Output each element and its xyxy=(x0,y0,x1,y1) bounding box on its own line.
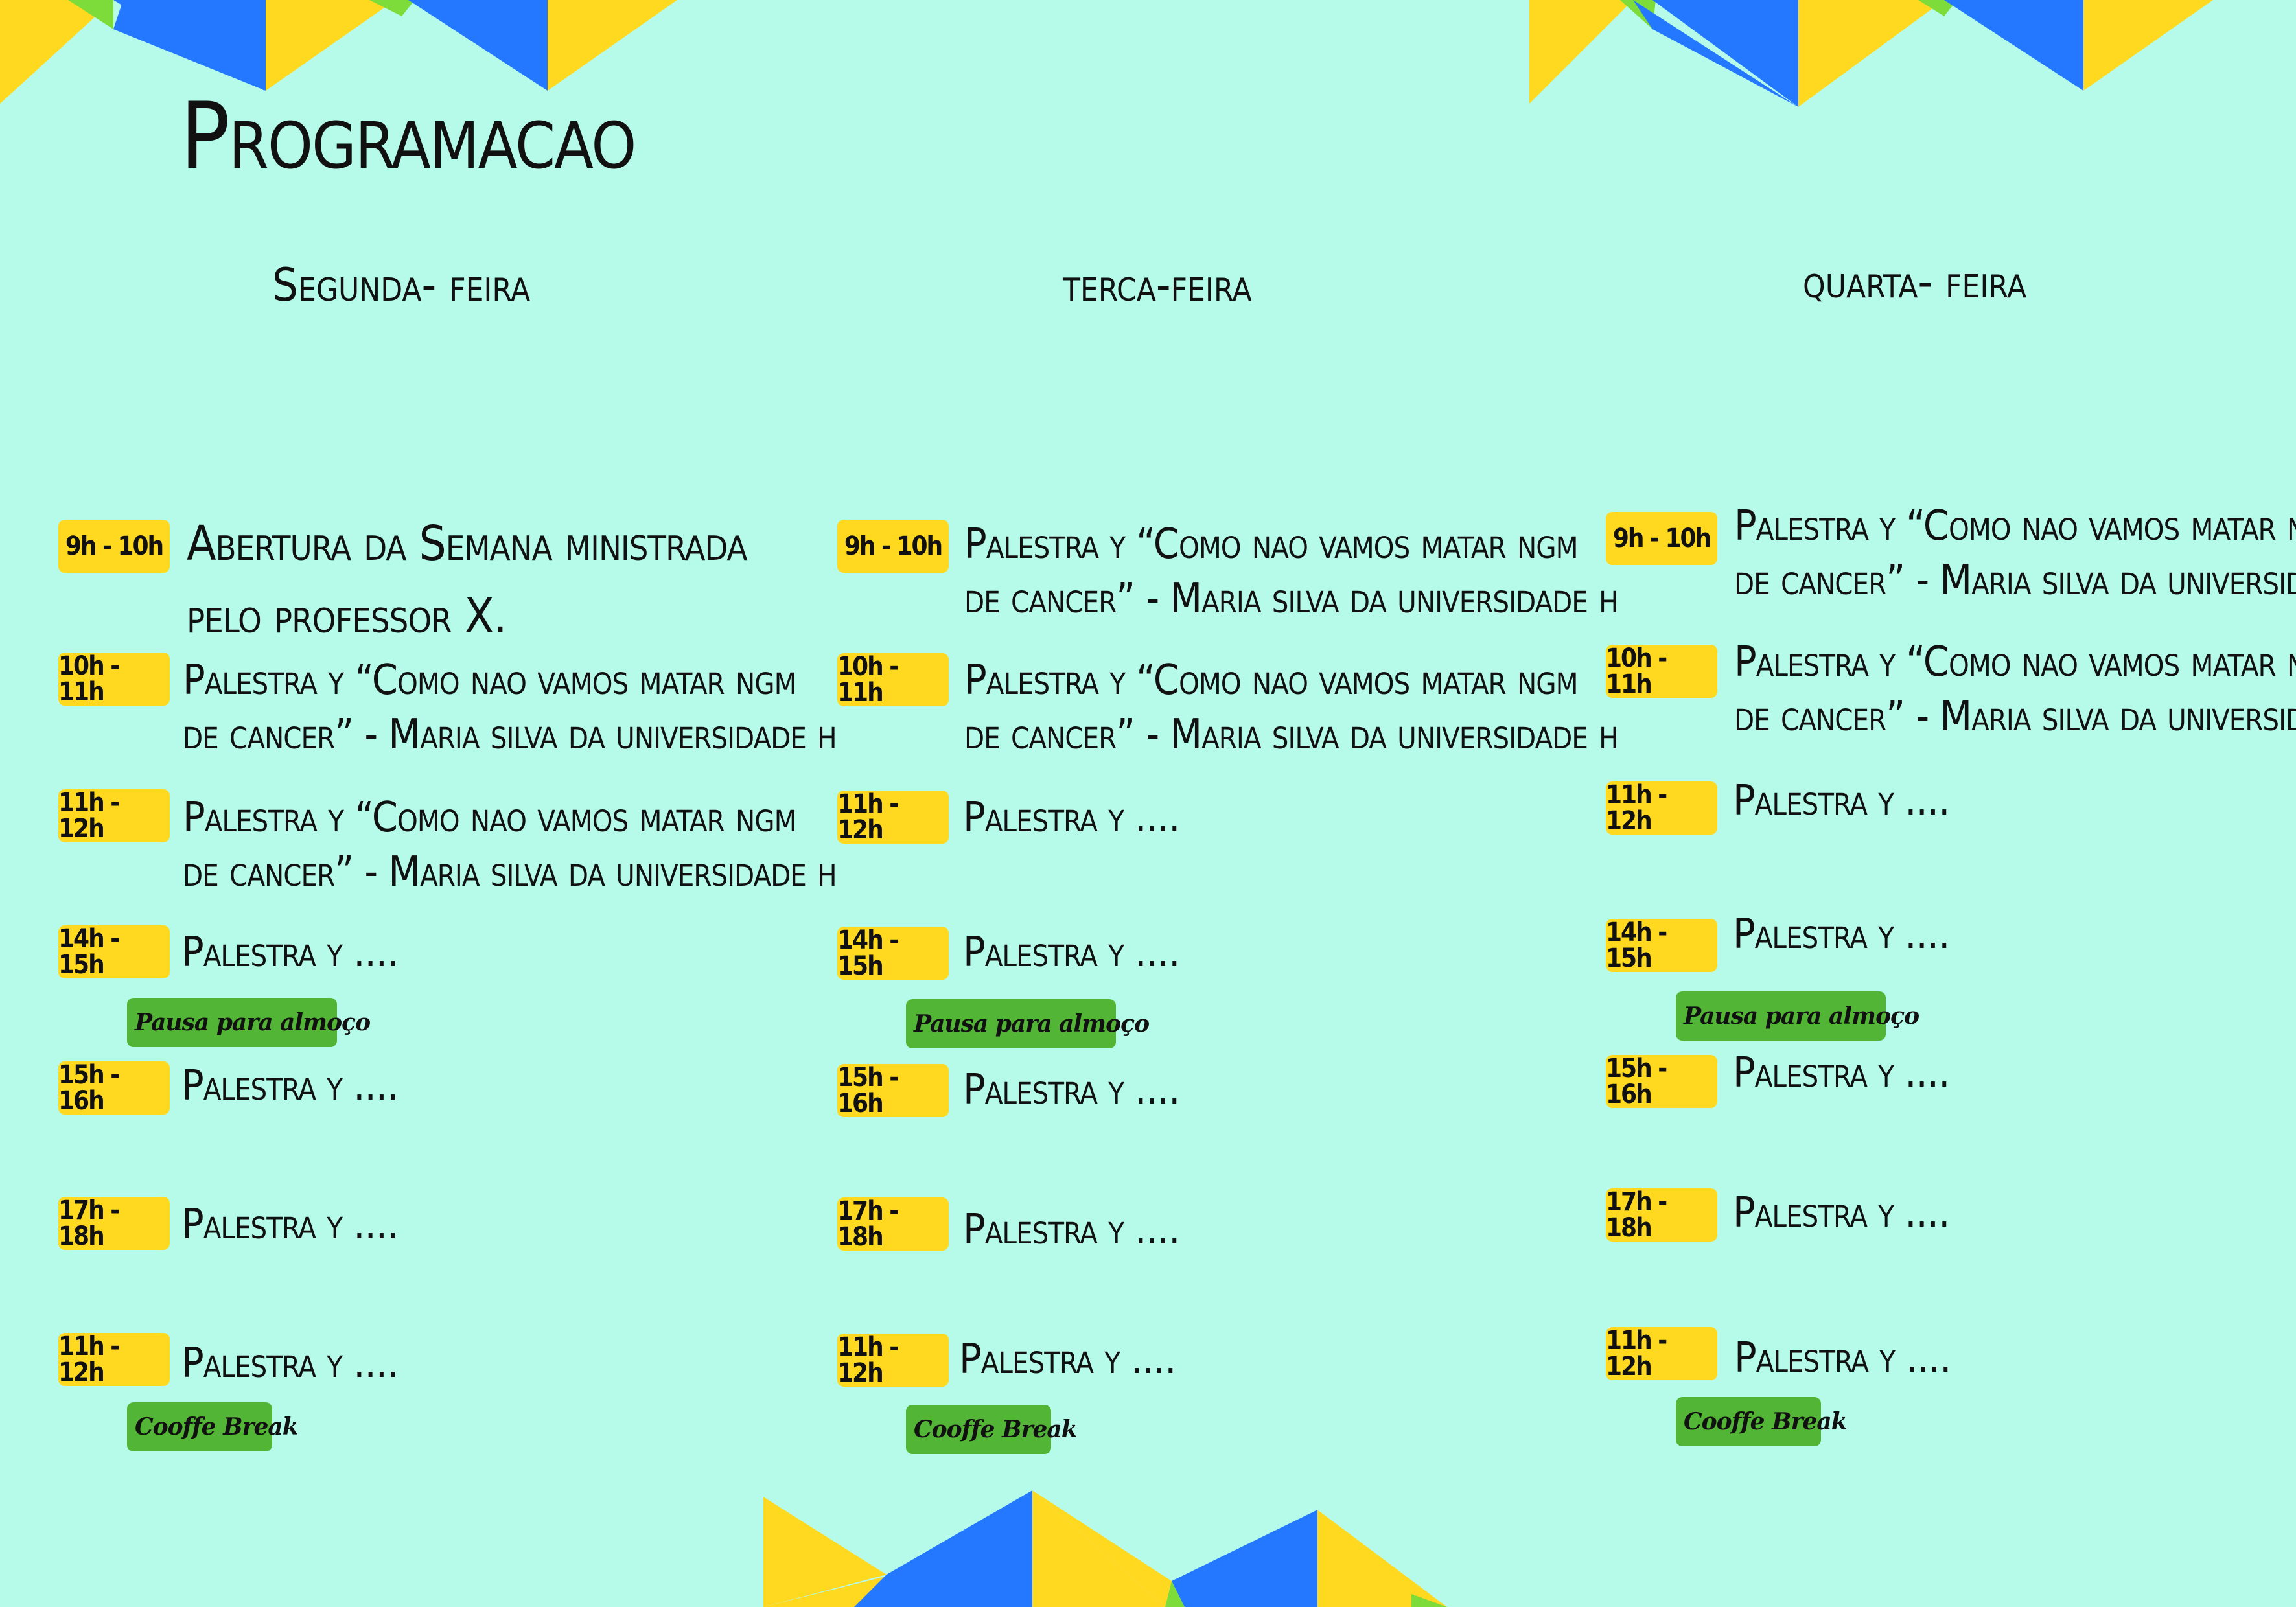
talk-line: Palestra y “Como nao vamos matar ngm xyxy=(1734,502,2296,550)
day-heading-terca: terca-feira xyxy=(1063,259,1252,312)
time-badge: 9h - 10h xyxy=(58,520,170,573)
talk-line: de cancer” - Maria silva da universidade… xyxy=(1734,693,2296,741)
talk-line: de cancer” - Maria silva da universidade… xyxy=(964,711,1619,759)
talk-line: Palestra y “Como nao vamos matar ngm xyxy=(183,794,797,842)
bunting-bottom-center xyxy=(763,1490,1447,1607)
coffee-break-chip: Cooffe Break xyxy=(906,1405,1078,1454)
talk-line: de cancer” - Maria silva da universidade… xyxy=(183,848,837,896)
time-badge: 9h - 10h xyxy=(837,520,949,573)
time-badge: 10h - 11h xyxy=(1606,645,1717,698)
talk-title: Palestra y .... xyxy=(181,1062,399,1110)
talk-title: Palestra y .... xyxy=(1733,777,1950,825)
talk-title: Abertura da Semana ministrada pelo profe… xyxy=(187,507,747,653)
time-badge: 11h - 12h xyxy=(58,1333,170,1386)
time-badge: 11h - 12h xyxy=(837,1334,949,1387)
time-badge: 11h - 12h xyxy=(1606,1327,1717,1380)
talk-title: Palestra y “Como nao vamos matar ngm de … xyxy=(1734,635,2296,744)
talk-title: Palestra y .... xyxy=(181,929,399,977)
talk-title: Palestra y .... xyxy=(959,1335,1176,1383)
time-badge: 15h - 16h xyxy=(1606,1055,1717,1108)
talk-title: Palestra y “Como nao vamos matar ngm de … xyxy=(183,791,837,899)
talk-title: Palestra y .... xyxy=(181,1201,399,1249)
talk-title: Palestra y .... xyxy=(1733,1049,1950,1097)
talk-line: Palestra y “Como nao vamos matar ngm xyxy=(964,656,1579,704)
time-badge: 10h - 11h xyxy=(58,653,170,706)
time-badge: 15h - 16h xyxy=(837,1064,949,1117)
day-heading-quarta: quarta- feira xyxy=(1803,255,2027,308)
lunch-break-chip: Pausa para almoço xyxy=(127,998,371,1047)
coffee-break-chip: Cooffe Break xyxy=(1676,1397,1848,1446)
talk-line: Palestra y “Como nao vamos matar ngm xyxy=(964,520,1579,568)
talk-line: pelo professor X. xyxy=(187,588,507,644)
time-badge: 14h - 15h xyxy=(58,925,170,978)
time-badge: 14h - 15h xyxy=(837,927,949,980)
time-badge: 15h - 16h xyxy=(58,1061,170,1115)
talk-title: Palestra y .... xyxy=(963,794,1180,842)
bunting-top-right xyxy=(1529,0,2213,107)
talk-title: Palestra y “Como nao vamos matar ngm de … xyxy=(183,653,837,762)
talk-title: Palestra y “Como nao vamos matar ngm de … xyxy=(1734,499,2296,608)
talk-line: de cancer” - Maria silva da universidade… xyxy=(1734,557,2296,605)
lunch-break-chip: Pausa para almoço xyxy=(906,999,1150,1048)
time-badge: 11h - 12h xyxy=(58,789,170,842)
talk-line: Palestra y “Como nao vamos matar ngm xyxy=(1734,638,2296,686)
talk-title: Palestra y .... xyxy=(1733,1189,1950,1237)
talk-title: Palestra y .... xyxy=(181,1339,399,1387)
time-badge: 17h - 18h xyxy=(1606,1188,1717,1242)
talk-title: Palestra y “Como nao vamos matar ngm de … xyxy=(964,653,1619,762)
time-badge: 17h - 18h xyxy=(58,1197,170,1250)
time-badge: 10h - 11h xyxy=(837,653,949,706)
talk-title: Palestra y .... xyxy=(1733,910,1950,958)
time-badge: 11h - 12h xyxy=(837,791,949,844)
talk-title: Palestra y .... xyxy=(1734,1334,1951,1382)
day-heading-segunda: Segunda- feira xyxy=(272,259,531,312)
talk-line: Abertura da Semana ministrada xyxy=(187,516,747,572)
talk-title: Palestra y “Como nao vamos matar ngm de … xyxy=(964,517,1619,626)
coffee-break-chip: Cooffe Break xyxy=(127,1402,299,1451)
time-badge: 17h - 18h xyxy=(837,1197,949,1251)
talk-title: Palestra y .... xyxy=(963,929,1180,977)
talk-title: Palestra y .... xyxy=(963,1206,1180,1254)
page-title: Programacao xyxy=(180,83,636,190)
time-badge: 14h - 15h xyxy=(1606,919,1717,972)
talk-line: de cancer” - Maria silva da universidade… xyxy=(964,575,1619,623)
time-badge: 9h - 10h xyxy=(1606,512,1717,565)
time-badge: 11h - 12h xyxy=(1606,781,1717,835)
lunch-break-chip: Pausa para almoço xyxy=(1676,991,1919,1041)
talk-line: de cancer” - Maria silva da universidade… xyxy=(183,711,837,759)
talk-title: Palestra y .... xyxy=(963,1066,1180,1114)
talk-line: Palestra y “Como nao vamos matar ngm xyxy=(183,656,797,704)
